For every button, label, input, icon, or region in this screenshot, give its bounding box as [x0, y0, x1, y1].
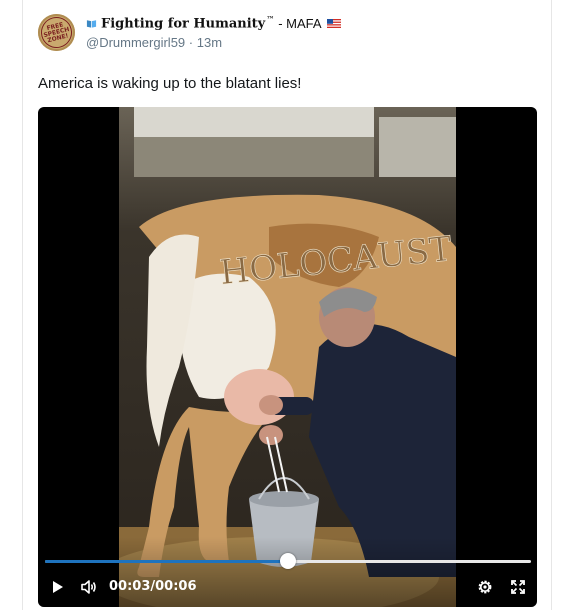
avatar[interactable]: FREE SPEECH ZONE!	[38, 14, 75, 51]
settings-button[interactable]	[474, 576, 496, 598]
play-button[interactable]	[46, 576, 68, 598]
post-text: America is waking up to the blatant lies…	[38, 75, 302, 92]
progress-fill	[45, 560, 288, 563]
us-flag-icon	[326, 18, 341, 28]
time-display: 00:03/00:06	[109, 579, 197, 594]
play-icon	[53, 581, 63, 593]
separator-dot: ·	[188, 35, 194, 50]
name-suffix: - MAFA	[278, 15, 322, 31]
duration: 00:06	[155, 579, 197, 594]
video-player[interactable]: HOLOCAUST 00:03/00:06	[38, 107, 537, 607]
handle[interactable]: @Drummergirl59	[86, 35, 185, 50]
controls-gradient	[38, 537, 537, 607]
fullscreen-icon	[511, 580, 525, 594]
open-book-icon	[86, 19, 97, 28]
progress-handle[interactable]	[280, 553, 296, 569]
progress-bar[interactable]	[45, 553, 531, 569]
avatar-stamp: FREE SPEECH ZONE!	[38, 14, 75, 51]
fullscreen-button[interactable]	[507, 576, 529, 598]
current-time: 00:03	[109, 579, 151, 594]
author-name-row[interactable]: Fighting for Humanity™ - MAFA	[86, 14, 341, 32]
handle-row: @Drummergirl59 · 13m	[86, 35, 222, 50]
display-name[interactable]: Fighting for Humanity™	[101, 14, 274, 31]
volume-icon	[81, 580, 96, 594]
settings-icon	[478, 580, 492, 594]
volume-button[interactable]	[78, 576, 100, 598]
timestamp[interactable]: 13m	[197, 35, 222, 50]
trademark-symbol: ™	[266, 14, 275, 25]
video-frame: HOLOCAUST	[119, 107, 456, 607]
